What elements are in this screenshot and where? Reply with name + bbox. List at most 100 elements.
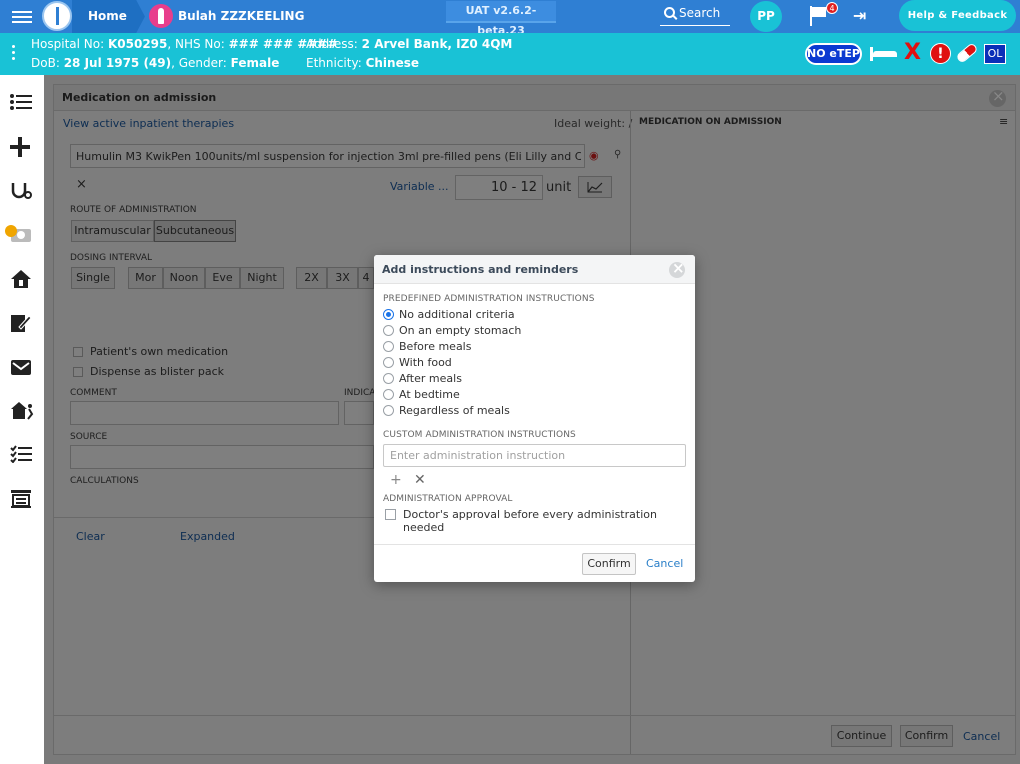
nav-documents[interactable] — [0, 301, 44, 345]
search-button[interactable]: Search — [660, 4, 730, 26]
own-medication-label: Patient's own medication — [90, 345, 229, 358]
document-edit-icon — [11, 315, 32, 332]
app-logo-icon[interactable] — [42, 1, 72, 31]
add-instructions-dialog: Add instructions and reminders PREDEFINE… — [374, 255, 695, 582]
logout-icon[interactable]: ⇥ — [853, 8, 873, 24]
lock-icon — [5, 225, 17, 237]
medication-search-input[interactable]: Humulin M3 KwikPen 100units/ml suspensio… — [70, 144, 585, 168]
doctor-approval-checkbox[interactable] — [385, 509, 396, 520]
no-etep-badge[interactable]: NO eTEP — [805, 43, 862, 65]
hospital-number: K050295 — [107, 37, 168, 51]
option-label: Regardless of meals — [399, 404, 510, 417]
nav-messages[interactable] — [0, 345, 44, 389]
panel-close-icon[interactable] — [989, 87, 1006, 107]
version-badge: UAT v2.6.2-beta.23 — [446, 1, 556, 37]
variable-dose-link[interactable]: Variable ... — [390, 180, 449, 193]
panel-cancel-link[interactable]: Cancel — [963, 730, 1000, 743]
patient-name[interactable]: Bulah ZZZKEELING — [178, 9, 304, 23]
radio-icon[interactable] — [383, 341, 394, 352]
top-bar: Home Bulah ZZZKEELING UAT v2.6.2-beta.23… — [0, 0, 1020, 37]
radio-icon[interactable] — [383, 405, 394, 416]
line-chart-icon — [587, 182, 603, 193]
dose-input[interactable]: 10 - 12 — [455, 175, 543, 200]
option-before-meals[interactable]: Before meals — [383, 340, 471, 354]
radio-icon[interactable] — [383, 389, 394, 400]
hospital-number-line: Hospital No: K050295, NHS No: ### ### ##… — [31, 37, 338, 51]
indication-input[interactable] — [344, 401, 374, 425]
plus-icon — [10, 137, 30, 157]
pill-icon[interactable] — [955, 42, 979, 64]
banner-menu-icon[interactable] — [12, 45, 15, 63]
continue-button[interactable]: Continue — [831, 725, 892, 747]
dob-value: 28 Jul 1975 (49) — [63, 56, 172, 70]
dosing-morning-button[interactable]: Mor — [128, 267, 163, 289]
route-subcutaneous-button[interactable]: Subcutaneous — [154, 220, 236, 242]
dosing-noon-button[interactable]: Noon — [163, 267, 205, 289]
nav-camera[interactable] — [0, 213, 44, 257]
option-regardless-of-meals[interactable]: Regardless of meals — [383, 404, 510, 418]
clear-medication-icon[interactable]: × — [76, 177, 87, 192]
frequency-4x-button[interactable]: 4 — [358, 267, 374, 289]
option-label: Before meals — [399, 340, 472, 353]
nav-checklist[interactable] — [0, 433, 44, 477]
panel-confirm-button[interactable]: Confirm — [900, 725, 953, 747]
ol-badge[interactable]: OL — [984, 44, 1006, 64]
hamburger-menu-icon[interactable] — [12, 8, 32, 24]
dosing-single-button[interactable]: Single — [71, 267, 115, 289]
right-column-menu-icon[interactable]: ≡ — [999, 115, 1008, 128]
dob-label: DoB: — [31, 56, 60, 70]
list-icon — [10, 94, 32, 110]
dialog-close-icon[interactable] — [669, 259, 685, 278]
nav-home-care[interactable] — [0, 257, 44, 301]
nav-list[interactable] — [0, 81, 44, 125]
own-medication-checkbox[interactable] — [73, 347, 83, 357]
home-button[interactable]: Home — [72, 0, 145, 33]
blister-pack-checkbox[interactable] — [73, 367, 83, 377]
dialog-title: Add instructions and reminders — [382, 263, 579, 276]
add-instruction-icon[interactable]: + — [390, 473, 402, 487]
approval-label: ADMINISTRATION APPROVAL — [383, 494, 513, 504]
rss-alert-icon[interactable]: ◉ — [589, 149, 599, 162]
custom-instruction-input[interactable] — [383, 444, 686, 467]
female-patient-icon — [149, 4, 173, 28]
option-after-meals[interactable]: After meals — [383, 372, 462, 386]
frequency-3x-button[interactable]: 3X — [327, 267, 358, 289]
radio-icon[interactable] — [383, 357, 394, 368]
comment-input[interactable] — [70, 401, 339, 425]
form-divider — [54, 517, 374, 518]
option-empty-stomach[interactable]: On an empty stomach — [383, 324, 521, 338]
option-with-food[interactable]: With food — [383, 356, 452, 370]
nav-ward[interactable] — [0, 477, 44, 521]
dosing-evening-button[interactable]: Eve — [205, 267, 240, 289]
clear-instruction-icon[interactable]: ✕ — [414, 473, 426, 487]
radio-icon[interactable] — [383, 373, 394, 384]
dialog-confirm-button[interactable]: Confirm — [582, 553, 636, 575]
option-at-bedtime[interactable]: At bedtime — [383, 388, 460, 402]
view-inpatient-therapies-link[interactable]: View active inpatient therapies — [63, 117, 234, 130]
checklist-icon — [10, 445, 32, 463]
dialog-cancel-link[interactable]: Cancel — [646, 557, 683, 570]
cross-alert-icon[interactable]: X — [904, 39, 921, 67]
radio-icon[interactable] — [383, 325, 394, 336]
dose-chart-button[interactable] — [578, 176, 612, 198]
dob-line: DoB: 28 Jul 1975 (49), Gender: Female — [31, 56, 279, 70]
nav-discharge[interactable] — [0, 389, 44, 433]
dosing-interval-label: DOSING INTERVAL — [70, 253, 153, 263]
notification-count-badge: 4 — [826, 2, 838, 14]
left-navigation — [0, 75, 44, 764]
user-avatar[interactable]: PP — [750, 1, 782, 32]
pin-icon[interactable]: ⚲ — [614, 149, 621, 160]
bed-icon[interactable] — [870, 45, 898, 61]
expanded-link[interactable]: Expanded — [180, 530, 235, 543]
option-no-additional-criteria[interactable]: No additional criteria — [383, 308, 515, 322]
nav-clinical[interactable] — [0, 169, 44, 213]
radio-selected-icon[interactable] — [383, 309, 394, 320]
route-intramuscular-button[interactable]: Intramuscular — [71, 220, 154, 242]
help-feedback-button[interactable]: Help & Feedback — [899, 0, 1016, 31]
nav-add[interactable] — [0, 125, 44, 169]
exclamation-alert-icon[interactable]: ! — [930, 43, 951, 64]
frequency-2x-button[interactable]: 2X — [296, 267, 327, 289]
dosing-night-button[interactable]: Night — [240, 267, 284, 289]
clear-link[interactable]: Clear — [76, 530, 105, 543]
source-input[interactable] — [70, 445, 374, 469]
